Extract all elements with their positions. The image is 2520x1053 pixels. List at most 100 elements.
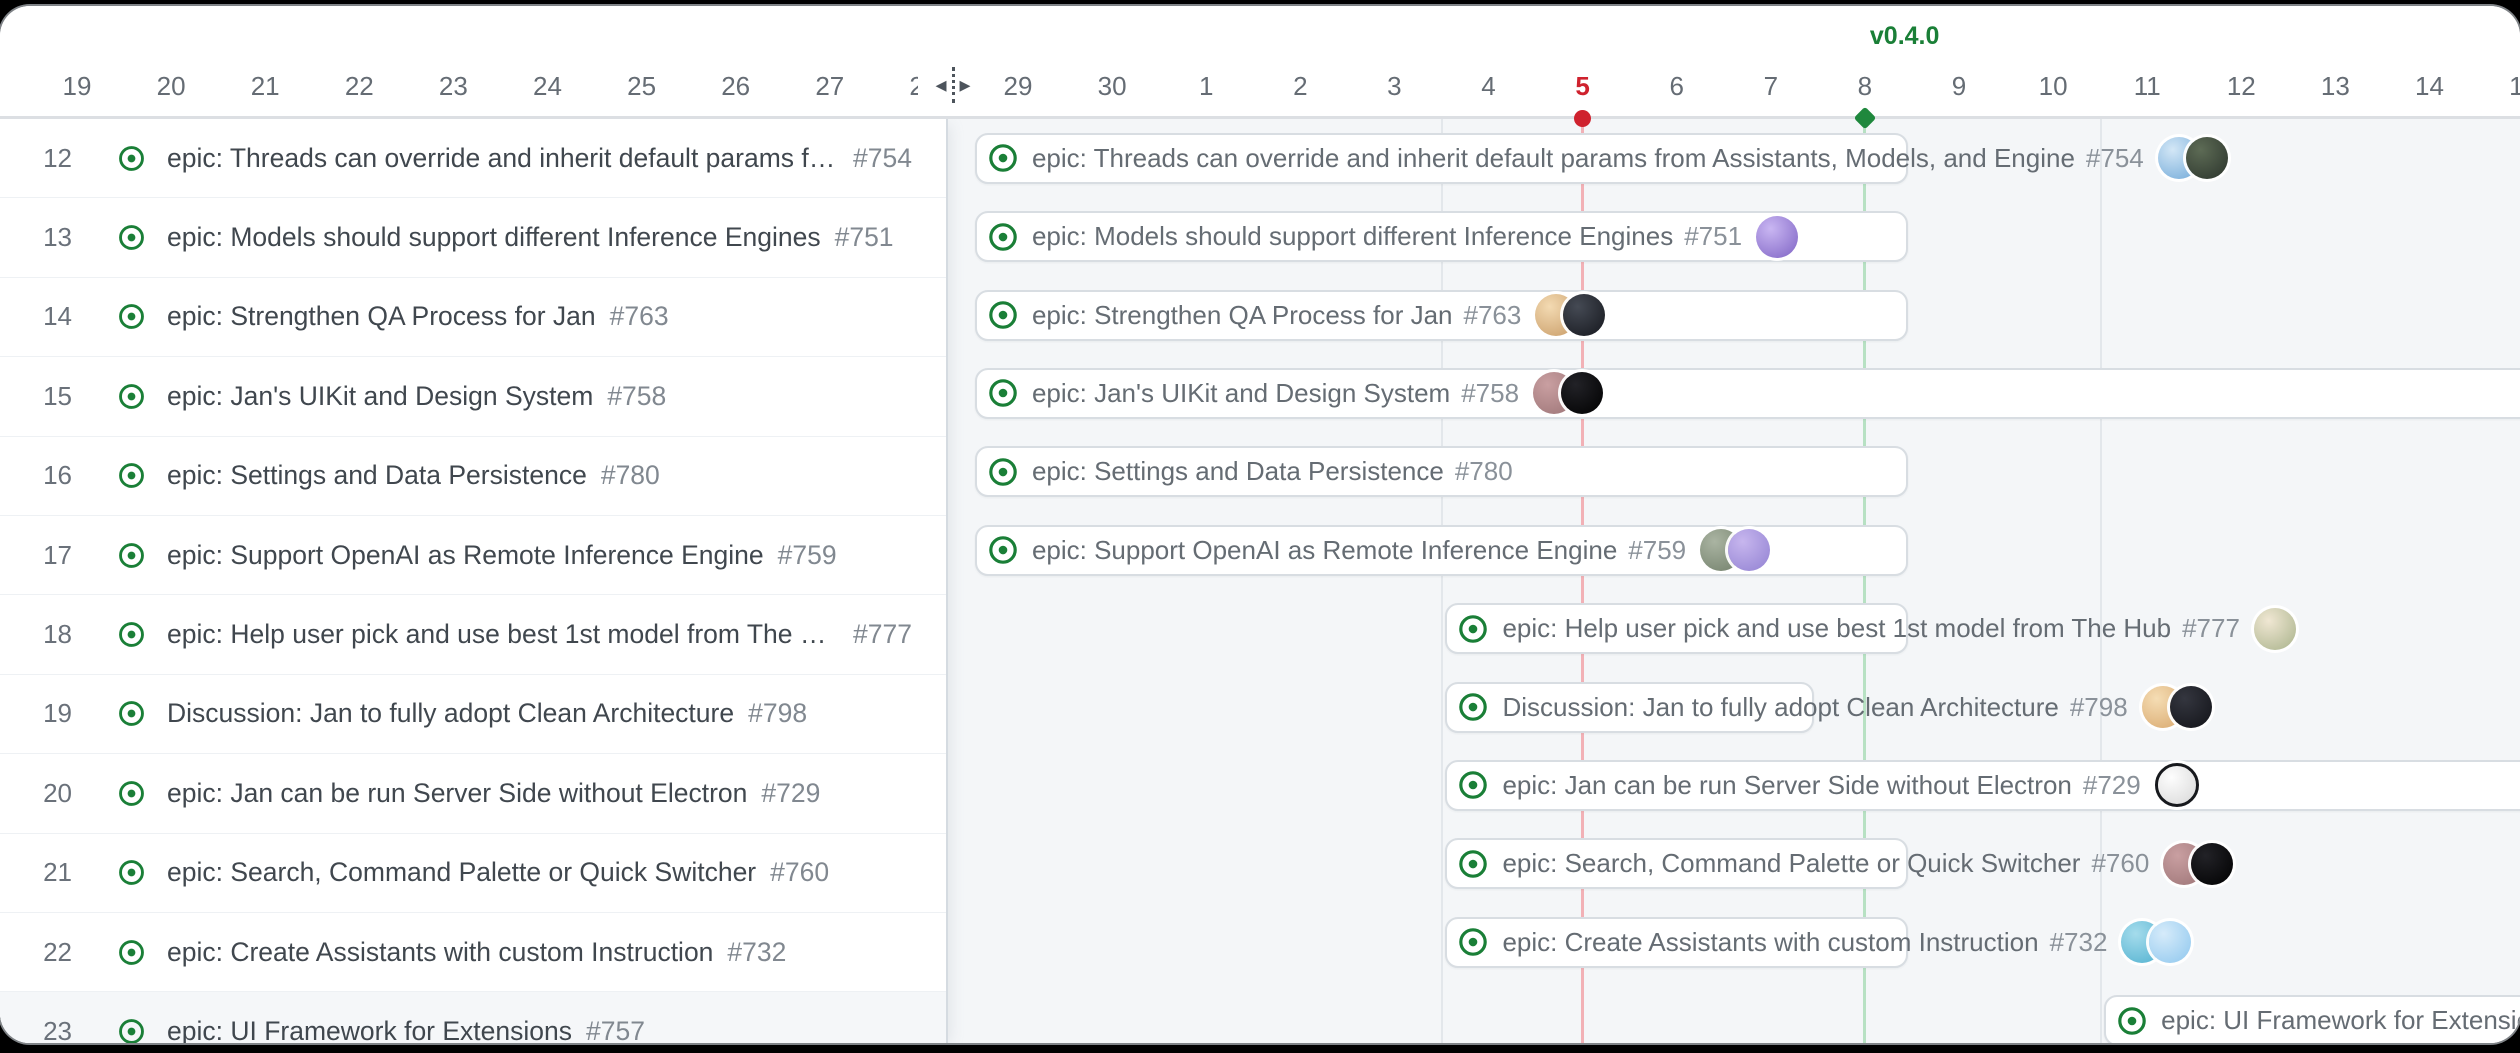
issue-title[interactable]: epic: Models should support different In… — [1032, 221, 1673, 252]
issue-title[interactable]: epic: Jan's UIKit and Design System — [167, 381, 593, 412]
day-label: 27 — [815, 72, 844, 100]
issue-title[interactable]: Discussion: Jan to fully adopt Clean Arc… — [1502, 692, 2058, 723]
day-label: 12 — [2227, 72, 2256, 100]
issue-number: #732 — [2050, 927, 2108, 958]
day-label: 9 — [1952, 72, 1966, 100]
open-issue-icon — [1458, 849, 1488, 879]
roadmap-window: epic: Threads can override and inherit d… — [0, 6, 2520, 1043]
issue-row[interactable]: 16epic: Settings and Data Persistence#78… — [0, 437, 946, 516]
day-label: 15 — [2509, 72, 2520, 100]
issue-row[interactable]: 21epic: Search, Command Palette or Quick… — [0, 834, 946, 913]
row-number: 18 — [0, 619, 72, 650]
open-issue-icon — [118, 780, 145, 807]
issue-title[interactable]: epic: Search, Command Palette or Quick S… — [167, 857, 756, 888]
issue-row[interactable]: 14epic: Strengthen QA Process for Jan#76… — [0, 278, 946, 357]
issue-row[interactable]: 17epic: Support OpenAI as Remote Inferen… — [0, 516, 946, 595]
issue-title[interactable]: Discussion: Jan to fully adopt Clean Arc… — [167, 698, 734, 729]
column-resize-handle[interactable]: ◂ ▸ — [918, 58, 988, 112]
issue-title[interactable]: epic: Support OpenAI as Remote Inference… — [1032, 535, 1617, 566]
avatar-group — [1535, 294, 1605, 336]
avatar-group — [2142, 686, 2212, 728]
row-number: 13 — [0, 222, 72, 253]
issue-number: #758 — [1461, 378, 1519, 409]
open-issue-icon — [118, 859, 145, 886]
issue-number: #754 — [2086, 143, 2144, 174]
issue-title[interactable]: epic: Jan can be run Server Side without… — [1502, 770, 2071, 801]
bar-content: epic: Jan's UIKit and Design System #758 — [975, 368, 2520, 419]
roadmap-bar[interactable]: epic: Help user pick and use best 1st mo… — [1445, 603, 1908, 654]
issue-number: #732 — [727, 937, 786, 968]
issue-title[interactable]: epic: Help user pick and use best 1st mo… — [167, 619, 839, 650]
issue-title[interactable]: epic: Search, Command Palette or Quick S… — [1502, 848, 2080, 879]
avatar — [2149, 921, 2191, 963]
issue-title[interactable]: epic: Strengthen QA Process for Jan — [167, 301, 596, 332]
open-issue-icon — [118, 462, 145, 489]
roadmap-bar[interactable]: Discussion: Jan to fully adopt Clean Arc… — [1445, 682, 1813, 733]
issue-row[interactable]: 23epic: UI Framework for Extensions#757 — [0, 992, 946, 1043]
issue-row[interactable]: 13 epic: Models should support different … — [0, 198, 946, 277]
avatar-group — [1533, 372, 1603, 414]
bar-content: epic: Models should support different In… — [975, 211, 1908, 262]
week-grid-line — [2100, 119, 2102, 1043]
roadmap-bar[interactable]: epic: Models should support different In… — [975, 211, 1908, 262]
avatar-group — [2254, 608, 2296, 650]
milestone-label: v0.4.0 — [1870, 22, 1940, 51]
day-label: 23 — [439, 72, 468, 100]
issue-title[interactable]: epic: Strengthen QA Process for Jan — [1032, 300, 1453, 331]
issue-title[interactable]: epic: Threads can override and inherit d… — [167, 143, 839, 174]
day-label: 13 — [2321, 72, 2350, 100]
timeline-header: v0.4.0 ◂ ▸ 19202122232425262728293012345… — [0, 6, 2520, 119]
roadmap-bar[interactable]: epic: Threads can override and inherit d… — [975, 133, 1908, 184]
avatar-group — [1756, 216, 1798, 258]
day-label: 19 — [63, 72, 92, 100]
row-number: 19 — [0, 698, 72, 729]
bar-content: epic: Help user pick and use best 1st mo… — [1445, 603, 1908, 654]
issue-title[interactable]: epic: Help user pick and use best 1st mo… — [1502, 613, 2171, 644]
issue-row[interactable]: 15epic: Jan's UIKit and Design System#75… — [0, 357, 946, 436]
issue-number: #754 — [853, 143, 912, 174]
issue-title[interactable]: epic: Settings and Data Persistence — [167, 460, 587, 491]
open-issue-icon — [118, 939, 145, 966]
open-issue-icon — [118, 1018, 145, 1043]
roadmap-bar[interactable]: epic: Jan can be run Server Side without… — [1445, 760, 2520, 811]
issue-title[interactable]: epic: Create Assistants with custom Inst… — [167, 937, 713, 968]
roadmap-bar[interactable]: epic: Settings and Data Persistence#780 — [975, 446, 1908, 497]
issue-row[interactable]: 19 Discussion: Jan to fully adopt Clean A… — [0, 675, 946, 754]
bar-content: epic: Strengthen QA Process for Jan#763 — [975, 290, 1908, 341]
issue-number: #751 — [835, 222, 894, 253]
issue-title[interactable]: epic: Jan can be run Server Side without… — [167, 778, 747, 809]
open-issue-icon — [988, 300, 1018, 330]
issue-number: #798 — [2070, 692, 2128, 723]
open-issue-icon — [988, 457, 1018, 487]
avatar-group — [1700, 529, 1770, 571]
issue-row[interactable]: 20epic: Jan can be run Server Side witho… — [0, 754, 946, 833]
roadmap-bar[interactable]: epic: Search, Command Palette or Quick S… — [1445, 838, 1908, 889]
issue-number: #760 — [2091, 848, 2149, 879]
issue-title[interactable]: epic: UI Framework for Extensions — [2161, 1005, 2520, 1036]
issue-title[interactable]: epic: Threads can override and inherit d… — [1032, 143, 2075, 174]
roadmap-bar[interactable]: epic: UI Framework for Extensions#757 — [2104, 995, 2520, 1043]
avatar-group — [2163, 843, 2233, 885]
row-number: 12 — [0, 143, 72, 174]
issue-row[interactable]: 18 epic: Help user pick and use best 1st … — [0, 595, 946, 674]
day-label: 6 — [1669, 72, 1683, 100]
roadmap-bar[interactable]: epic: Strengthen QA Process for Jan#763 — [975, 290, 1908, 341]
roadmap-bar[interactable]: epic: Support OpenAI as Remote Inference… — [975, 525, 1908, 576]
issue-title[interactable]: epic: Jan's UIKit and Design System — [1032, 378, 1450, 409]
issue-number: #757 — [586, 1016, 645, 1043]
issue-title[interactable]: epic: Settings and Data Persistence — [1032, 456, 1444, 487]
roadmap-bar[interactable]: epic: Create Assistants with custom Inst… — [1445, 917, 1908, 968]
open-issue-icon — [118, 621, 145, 648]
issue-row[interactable]: 22epic: Create Assistants with custom In… — [0, 913, 946, 992]
roadmap-bar[interactable]: epic: Jan's UIKit and Design System #758 — [975, 368, 2520, 419]
issue-title[interactable]: epic: Models should support different In… — [167, 222, 821, 253]
day-label: 10 — [2039, 72, 2068, 100]
issue-title[interactable]: epic: UI Framework for Extensions — [167, 1016, 572, 1043]
day-label: 11 — [2134, 72, 2161, 100]
bar-content: epic: UI Framework for Extensions#757 — [2104, 995, 2520, 1043]
issue-title[interactable]: epic: Support OpenAI as Remote Inference… — [167, 540, 764, 571]
issue-row[interactable]: 12 epic: Threads can override and inherit… — [0, 119, 946, 198]
row-number: 14 — [0, 301, 72, 332]
avatar — [2155, 763, 2199, 807]
issue-title[interactable]: epic: Create Assistants with custom Inst… — [1502, 927, 2038, 958]
